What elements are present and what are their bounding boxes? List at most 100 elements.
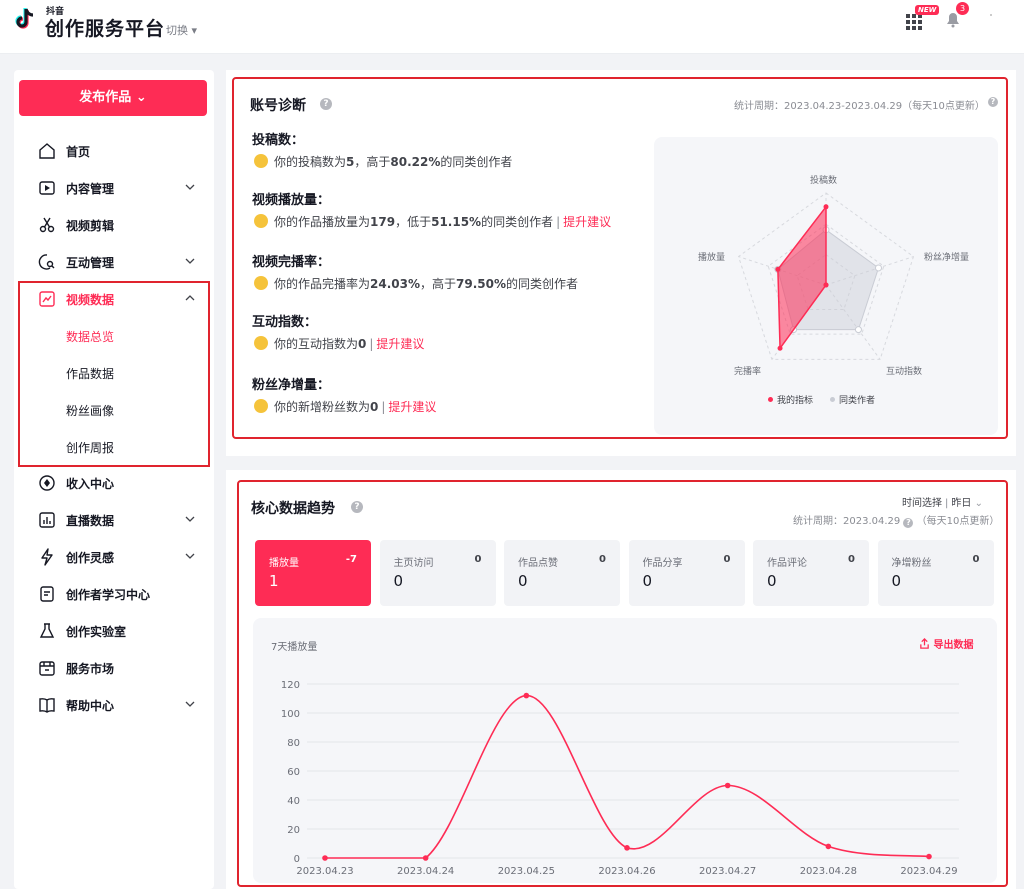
radar-mine-point	[823, 282, 829, 288]
video-data-highlight-frame	[18, 281, 210, 467]
metric-card[interactable]: 作品点赞 0 0	[504, 540, 620, 606]
diagnosis-value: 179	[370, 215, 396, 229]
diagnosis-post-text: 的同类创作者	[481, 215, 554, 229]
document-icon	[40, 586, 54, 602]
coin-icon	[39, 475, 55, 491]
emoji-face-icon	[254, 399, 268, 413]
radar-mine-point	[775, 266, 781, 272]
x-tick-label: 2023.04.24	[397, 866, 454, 877]
sidebar-item-lab[interactable]: 创作实验室	[14, 612, 214, 649]
y-tick-label: 40	[287, 796, 300, 807]
improve-advice-link[interactable]: 提升建议	[376, 337, 424, 351]
chevron-down-icon	[185, 516, 195, 522]
home-icon	[39, 143, 55, 159]
notification-count-badge: 3	[956, 2, 969, 15]
metric-card[interactable]: 主页访问 0 0	[379, 540, 496, 606]
switch-dropdown[interactable]: 切换 ▾	[166, 22, 197, 38]
metric-label: 播放量	[269, 558, 299, 569]
radar-mine-point	[823, 204, 829, 210]
metric-delta: 0	[723, 554, 731, 565]
diagnosis-item-label: 视频播放量：	[252, 193, 331, 208]
metric-value: 0	[518, 572, 528, 590]
x-tick-label: 2023.04.26	[598, 866, 655, 877]
diagnosis-item-text: 你的新增粉丝数为0 | 提升建议	[254, 398, 436, 415]
radar-chart: 投稿数 粉丝净增量 互动指数 完播率 播放量 我的指标 同类作者	[654, 137, 998, 435]
sidebar-item-market[interactable]: 服务市场	[14, 649, 214, 686]
data-point	[926, 853, 932, 860]
switch-label: 切换	[166, 24, 188, 37]
data-point	[422, 855, 429, 861]
sidebar: 发布作品 ⌄ 首页 内容管理 视频剪辑 互动管理 视频数据 数据总览 作品数据 …	[14, 70, 214, 889]
y-tick-label: 60	[287, 767, 300, 778]
logo-title[interactable]: 创作服务平台	[45, 14, 165, 41]
x-tick-label: 2023.04.28	[800, 866, 857, 877]
diagnosis-item-text: 你的作品完播率为24.03%，高于79.50%的同类创作者	[254, 275, 578, 292]
metric-label: 作品评论	[767, 558, 807, 569]
diagnosis-mid-text: ，高于	[420, 277, 457, 291]
diagnosis-period: 统计周期：2023.04.23-2023.04.29（每天10点更新）	[734, 101, 985, 112]
play-square-icon	[39, 181, 55, 195]
sidebar-item-label: 互动管理	[66, 256, 115, 270]
data-point	[523, 692, 530, 699]
diagnosis-post-text: 的同类创作者	[506, 277, 579, 291]
x-tick-label: 2023.04.29	[900, 866, 957, 877]
chevron-down-icon	[185, 258, 195, 264]
metric-card[interactable]: 播放量 -7 1	[255, 540, 371, 606]
diagnosis-item-label: 视频完播率：	[252, 255, 331, 270]
publish-button[interactable]: 发布作品 ⌄	[19, 80, 207, 116]
diagnosis-item-text: 你的作品播放量为179，低于51.15%的同类创作者 | 提升建议	[254, 213, 611, 230]
core-data-trend-card: 核心数据趋势 ? 时间选择 | 昨日 ⌄ 统计周期：2023.04.29 ? （每天…	[237, 480, 1008, 887]
diagnosis-percent: 51.15%	[431, 215, 482, 229]
book-icon	[39, 698, 55, 713]
help-icon[interactable]: ?	[988, 97, 998, 107]
metric-label: 作品分享	[642, 558, 683, 569]
sidebar-item-label: 帮助中心	[66, 699, 115, 713]
account-diagnosis-card: 账号诊断 ? 统计周期：2023.04.23-2023.04.29（每天10点更…	[232, 77, 1008, 439]
trend-title: 核心数据趋势	[251, 501, 335, 517]
legend-mine: 我的指标	[768, 393, 813, 406]
help-icon[interactable]: ?	[351, 501, 363, 513]
new-badge: NEW	[915, 5, 940, 15]
x-tick-label: 2023.04.25	[498, 866, 555, 877]
sidebar-item-inspiration[interactable]: 创作灵感	[14, 538, 214, 575]
sidebar-item-help[interactable]: 帮助中心	[14, 686, 214, 723]
sidebar-item-content[interactable]: 内容管理	[14, 169, 214, 206]
radar-peers-point	[854, 326, 862, 334]
radar-axis-label: 完播率	[734, 367, 762, 377]
sidebar-item-learning[interactable]: 创作者学习中心	[14, 575, 214, 612]
sidebar-item-label: 视频剪辑	[66, 219, 115, 233]
metric-card[interactable]: 净增粉丝 0 0	[877, 540, 994, 606]
time-select-value: 昨日	[951, 498, 972, 509]
sidebar-item-label: 创作灵感	[66, 551, 115, 565]
sidebar-item-income[interactable]: 收入中心	[14, 464, 214, 501]
divider	[990, 14, 992, 16]
lightning-icon	[41, 548, 53, 566]
chat-search-icon	[38, 254, 55, 270]
douyin-logo-icon[interactable]	[12, 6, 38, 32]
emoji-face-icon	[254, 276, 268, 290]
diagnosis-item-label: 粉丝净增量：	[252, 378, 331, 393]
store-icon	[39, 661, 55, 676]
data-point	[724, 782, 731, 789]
sidebar-item-label: 收入中心	[66, 477, 115, 491]
sidebar-item-home[interactable]: 首页	[14, 132, 214, 169]
y-tick-label: 120	[281, 680, 300, 691]
improve-advice-link[interactable]: 提升建议	[563, 215, 611, 229]
y-tick-label: 0	[294, 854, 300, 865]
metric-label: 主页访问	[393, 558, 434, 569]
metric-delta: 0	[474, 554, 482, 565]
sidebar-item-label: 服务市场	[66, 662, 115, 676]
scissors-icon	[39, 217, 55, 233]
sidebar-item-live-data[interactable]: 直播数据	[14, 501, 214, 538]
radar-peers-point	[874, 264, 882, 272]
improve-advice-link[interactable]: 提升建议	[388, 400, 436, 414]
metric-card[interactable]: 作品分享 0 0	[628, 540, 745, 606]
radar-axis-label: 互动指数	[886, 367, 923, 377]
metric-card[interactable]: 作品评论 0 0	[753, 540, 869, 606]
diagnosis-title: 账号诊断	[250, 98, 306, 114]
help-icon[interactable]: ?	[320, 98, 332, 110]
sidebar-item-video-edit[interactable]: 视频剪辑	[14, 206, 214, 243]
sidebar-item-interaction[interactable]: 互动管理	[14, 243, 214, 280]
time-select[interactable]: 时间选择 | 昨日 ⌄	[902, 494, 983, 509]
diagnosis-item-label: 投稿数：	[252, 133, 305, 148]
